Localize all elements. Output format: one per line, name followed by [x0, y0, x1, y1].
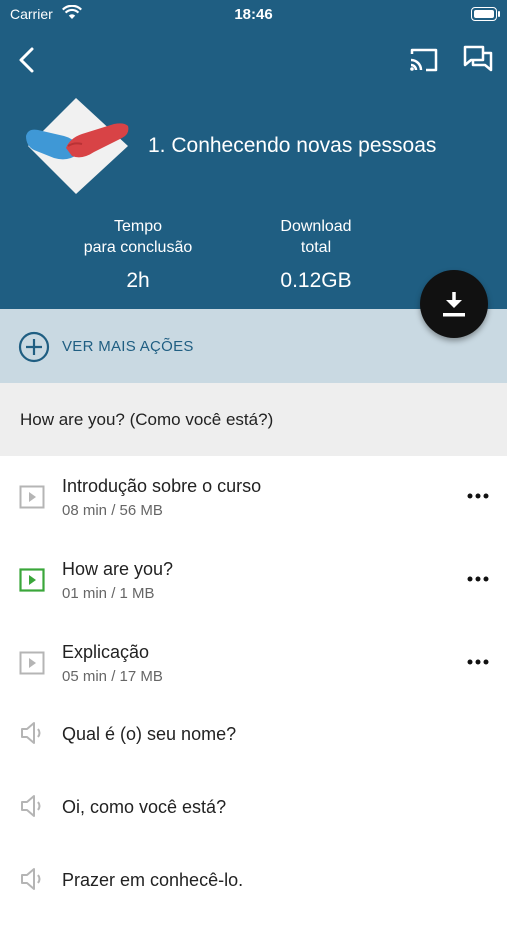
speaker-icon — [21, 722, 41, 744]
discussion-button[interactable] — [462, 44, 494, 74]
more-actions-label: VER MAIS AÇÕES — [62, 338, 194, 355]
status-bar: Carrier 18:46 — [0, 0, 507, 28]
section-title: How are you? (Como você está?) — [20, 410, 274, 429]
lesson-meta: 05 min / 17 MB — [62, 668, 163, 685]
clock: 18:46 — [234, 6, 273, 23]
speaker-icon — [21, 795, 41, 817]
cast-icon — [410, 48, 438, 72]
completion-time-label-line1: Tempo — [113, 218, 163, 235]
lesson-title: Explicação — [62, 642, 150, 662]
course-title: 1. Conhecendo novas pessoas — [148, 134, 437, 157]
audio-item[interactable]: Oi, como você está? — [0, 780, 507, 853]
completion-time-stat: Tempo para conclusão 2h — [68, 216, 208, 291]
back-button[interactable] — [12, 44, 44, 76]
download-size-stat: Download total 0.12GB — [246, 216, 386, 291]
lesson-item[interactable]: Introdução sobre o curso 08 min / 56 MB — [0, 456, 507, 539]
download-button[interactable] — [420, 270, 488, 338]
more-options-icon[interactable] — [462, 567, 494, 591]
audio-item[interactable]: Prazer em conhecê-lo. — [0, 853, 507, 926]
audio-title: Prazer em conhecê-lo. — [62, 870, 244, 890]
completion-time-value: 2h — [126, 269, 150, 292]
cast-button[interactable] — [408, 46, 440, 74]
audio-title: Oi, como você está? — [62, 797, 227, 817]
video-icon — [19, 568, 45, 592]
audio-item[interactable]: Qual é (o) seu nome? — [0, 707, 507, 780]
download-size-value: 0.12GB — [280, 269, 352, 292]
chat-icon — [463, 45, 493, 72]
more-options-icon[interactable] — [462, 650, 494, 674]
download-icon — [443, 292, 465, 317]
section-header: How are you? (Como você está?) — [0, 383, 507, 456]
lesson-item[interactable]: Explicação 05 min / 17 MB — [0, 622, 507, 705]
lesson-title: How are you? — [62, 559, 174, 579]
lesson-item[interactable]: How are you? 01 min / 1 MB — [0, 539, 507, 622]
course-header: Carrier 18:46 1. Conhecendo novas pessoa… — [0, 0, 507, 309]
battery-icon — [471, 7, 500, 21]
lesson-title: Introdução sobre o curso — [62, 476, 262, 496]
video-icon — [19, 651, 45, 675]
video-icon — [19, 485, 45, 509]
audio-title: Qual é (o) seu nome? — [62, 724, 237, 744]
chevron-left-icon — [19, 47, 34, 73]
course-handshake-icon — [26, 98, 129, 194]
lesson-meta: 08 min / 56 MB — [62, 502, 163, 519]
lesson-meta: 01 min / 1 MB — [62, 585, 155, 602]
add-circle-icon — [18, 331, 50, 363]
speaker-icon — [21, 868, 41, 890]
download-size-label-line1: Download — [280, 218, 352, 235]
download-size-label-line2: total — [300, 239, 332, 256]
more-options-icon[interactable] — [462, 484, 494, 508]
completion-time-label-line2: para conclusão — [83, 239, 193, 256]
